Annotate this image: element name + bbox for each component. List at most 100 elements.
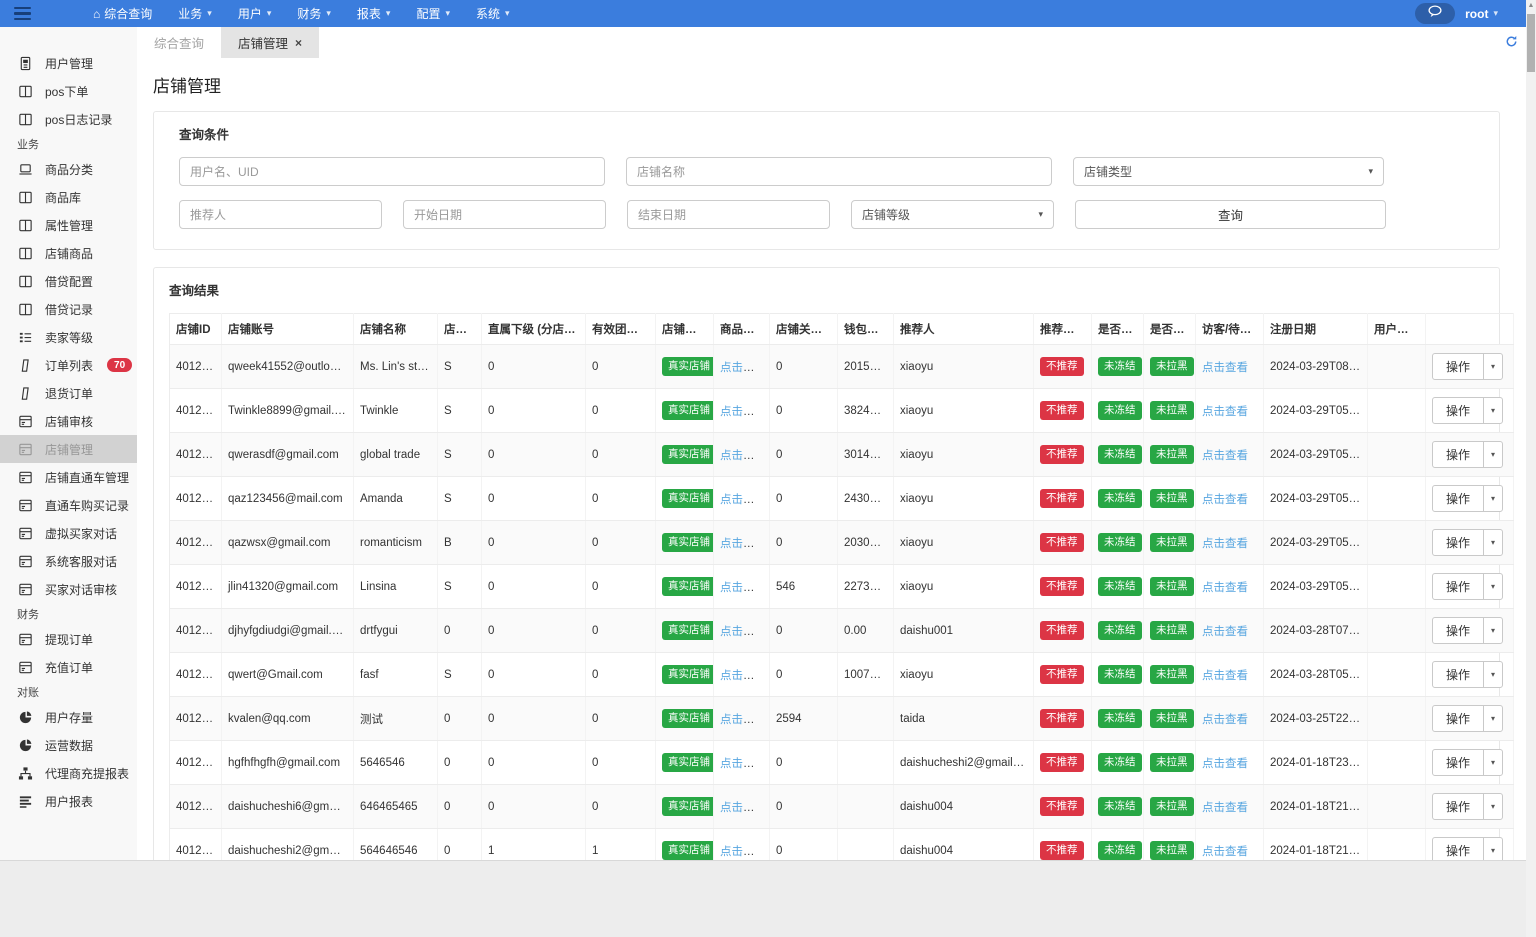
search-button[interactable]: 查询 bbox=[1075, 200, 1386, 229]
sidebar-item[interactable]: 直通车购买记录 bbox=[0, 491, 137, 519]
view-link[interactable]: 点击查看 bbox=[1202, 670, 1248, 682]
view-link[interactable]: 点击查看 bbox=[1202, 582, 1248, 594]
nav-item-7[interactable]: 系统 ▾ bbox=[463, 0, 523, 27]
view-link[interactable]: 点击查看 bbox=[1202, 450, 1248, 462]
action-button[interactable]: 操作 ▾ bbox=[1432, 397, 1504, 424]
end-date-input[interactable] bbox=[627, 200, 830, 229]
sidebar-item[interactable]: 订单列表 70 bbox=[0, 351, 137, 379]
sidebar-item[interactable]: pos下单 bbox=[0, 77, 137, 105]
cell-team-size: 0 bbox=[585, 388, 656, 433]
sidebar-item[interactable]: 店铺管理 bbox=[0, 435, 137, 463]
scroll-up-icon[interactable]: ▲ bbox=[1526, 2, 1536, 9]
action-dropdown-toggle[interactable]: ▾ bbox=[1483, 354, 1502, 379]
referrer-input[interactable] bbox=[179, 200, 382, 229]
cell-referrer: xiaoyu bbox=[893, 564, 1034, 609]
nav-item-4[interactable]: 财务 ▾ bbox=[284, 0, 344, 27]
nav-item-6[interactable]: 配置 ▾ bbox=[403, 0, 463, 27]
action-dropdown-toggle[interactable]: ▾ bbox=[1483, 574, 1502, 599]
nav-item-3[interactable]: 用户 ▾ bbox=[225, 0, 285, 27]
scrollbar-thumb[interactable] bbox=[1527, 14, 1535, 72]
view-link[interactable]: 点击查看 bbox=[720, 450, 766, 462]
action-button[interactable]: 操作 ▾ bbox=[1432, 441, 1504, 468]
view-link[interactable]: 点击查看 bbox=[1202, 714, 1248, 726]
tab-shop-management[interactable]: 店铺管理 × bbox=[221, 27, 320, 58]
view-link[interactable]: 点击查看 bbox=[1202, 406, 1248, 418]
view-link[interactable]: 点击查看 bbox=[720, 494, 766, 506]
chat-button[interactable] bbox=[1415, 3, 1456, 24]
sidebar-item[interactable]: 退货订单 bbox=[0, 379, 137, 407]
view-link[interactable]: 点击查看 bbox=[720, 846, 766, 858]
action-button[interactable]: 操作 ▾ bbox=[1432, 705, 1504, 732]
sidebar-item[interactable]: 借贷记录 bbox=[0, 295, 137, 323]
sidebar-item[interactable]: 买家对话审核 bbox=[0, 575, 137, 603]
action-button[interactable]: 操作 ▾ bbox=[1432, 617, 1504, 644]
action-dropdown-toggle[interactable]: ▾ bbox=[1483, 750, 1502, 775]
action-button[interactable]: 操作 ▾ bbox=[1432, 793, 1504, 820]
sidebar-item[interactable]: 商品库 bbox=[0, 183, 137, 211]
sidebar-item[interactable]: 用户管理 bbox=[0, 49, 137, 77]
view-link[interactable]: 点击查看 bbox=[720, 714, 766, 726]
action-dropdown-toggle[interactable]: ▾ bbox=[1483, 398, 1502, 423]
view-link[interactable]: 点击查看 bbox=[720, 802, 766, 814]
hamburger-menu-icon[interactable] bbox=[0, 0, 45, 27]
sidebar-item[interactable]: 系统客服对话 bbox=[0, 547, 137, 575]
sidebar-item[interactable]: 运营数据 bbox=[0, 731, 137, 759]
view-link[interactable]: 点击查看 bbox=[1202, 494, 1248, 506]
view-link[interactable]: 点击查看 bbox=[720, 582, 766, 594]
action-button[interactable]: 操作 ▾ bbox=[1432, 353, 1504, 380]
action-dropdown-toggle[interactable]: ▾ bbox=[1483, 618, 1502, 643]
action-button[interactable]: 操作 ▾ bbox=[1432, 485, 1504, 512]
sidebar-item[interactable]: 提现订单 bbox=[0, 625, 137, 653]
action-button[interactable]: 操作 ▾ bbox=[1432, 529, 1504, 556]
sidebar-item[interactable]: 虚拟买家对话 bbox=[0, 519, 137, 547]
view-link[interactable]: 点击查看 bbox=[720, 626, 766, 638]
view-link[interactable]: 点击查看 bbox=[720, 538, 766, 550]
sidebar-item[interactable]: 代理商充提报表 bbox=[0, 759, 137, 787]
sidebar-item[interactable]: 卖家等级 bbox=[0, 323, 137, 351]
sidebar-item[interactable]: 商品分类 bbox=[0, 155, 137, 183]
tab-overview[interactable]: 综合查询 bbox=[137, 27, 221, 58]
cell-recommend-shop: 不推荐 bbox=[1033, 740, 1092, 785]
view-link[interactable]: 点击查看 bbox=[1202, 362, 1248, 374]
action-dropdown-toggle[interactable]: ▾ bbox=[1483, 662, 1502, 687]
view-link[interactable]: 点击查看 bbox=[720, 758, 766, 770]
sidebar-item[interactable]: 充值订单 bbox=[0, 653, 137, 681]
action-button[interactable]: 操作 ▾ bbox=[1432, 661, 1504, 688]
action-dropdown-toggle[interactable]: ▾ bbox=[1483, 486, 1502, 511]
sidebar-item[interactable]: 店铺直通车管理 bbox=[0, 463, 137, 491]
view-link[interactable]: 点击查看 bbox=[720, 406, 766, 418]
view-link[interactable]: 点击查看 bbox=[720, 362, 766, 374]
shop-type-select[interactable]: 店铺类型 ▾ bbox=[1073, 157, 1384, 186]
username-uid-input[interactable] bbox=[179, 157, 605, 186]
vertical-scrollbar[interactable]: ▲ bbox=[1526, 0, 1536, 937]
shop-name-input[interactable] bbox=[626, 157, 1052, 186]
cell-followers: 0 bbox=[769, 432, 838, 477]
sidebar-item[interactable]: 属性管理 bbox=[0, 211, 137, 239]
action-button[interactable]: 操作 ▾ bbox=[1432, 749, 1504, 776]
action-dropdown-toggle[interactable]: ▾ bbox=[1483, 794, 1502, 819]
sidebar-item[interactable]: 店铺商品 bbox=[0, 239, 137, 267]
view-link[interactable]: 点击查看 bbox=[1202, 846, 1248, 858]
refresh-icon[interactable] bbox=[1505, 35, 1518, 53]
nav-item-1[interactable]: ⌂ 综合查询 bbox=[80, 0, 165, 27]
sidebar-item[interactable]: 店铺审核 bbox=[0, 407, 137, 435]
view-link[interactable]: 点击查看 bbox=[1202, 626, 1248, 638]
start-date-input[interactable] bbox=[403, 200, 606, 229]
action-button[interactable]: 操作 ▾ bbox=[1432, 573, 1504, 600]
sidebar-item[interactable]: pos日志记录 bbox=[0, 105, 137, 133]
nav-item-2[interactable]: 业务 ▾ bbox=[165, 0, 225, 27]
sidebar-item[interactable]: 借贷配置 bbox=[0, 267, 137, 295]
close-icon[interactable]: × bbox=[295, 36, 302, 50]
view-link[interactable]: 点击查看 bbox=[720, 670, 766, 682]
sidebar-item[interactable]: 用户存量 bbox=[0, 703, 137, 731]
user-menu[interactable]: root ▾ bbox=[1465, 7, 1498, 21]
action-dropdown-toggle[interactable]: ▾ bbox=[1483, 706, 1502, 731]
sidebar-item[interactable]: 用户报表 bbox=[0, 787, 137, 815]
view-link[interactable]: 点击查看 bbox=[1202, 538, 1248, 550]
shop-level-select[interactable]: 店铺等级 ▾ bbox=[851, 200, 1054, 229]
action-dropdown-toggle[interactable]: ▾ bbox=[1483, 442, 1502, 467]
view-link[interactable]: 点击查看 bbox=[1202, 802, 1248, 814]
nav-item-5[interactable]: 报表 ▾ bbox=[344, 0, 404, 27]
view-link[interactable]: 点击查看 bbox=[1202, 758, 1248, 770]
action-dropdown-toggle[interactable]: ▾ bbox=[1483, 530, 1502, 555]
